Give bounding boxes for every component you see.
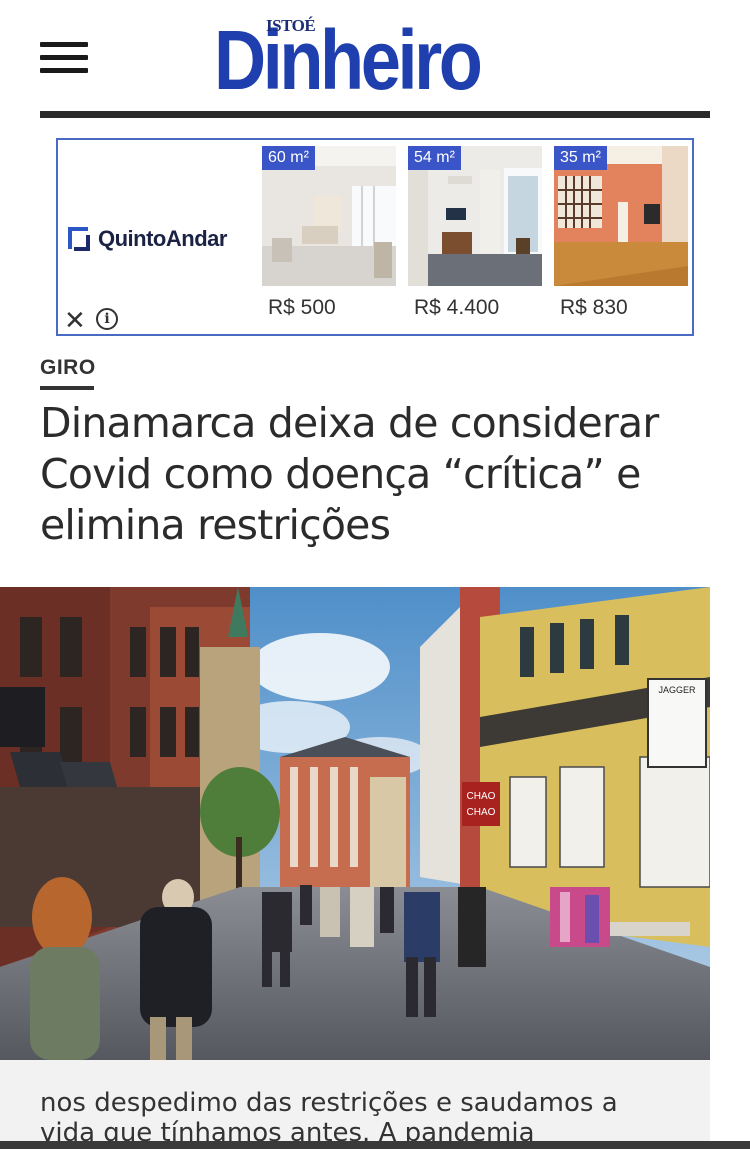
- logo-small-text: ISTOÉ: [266, 16, 316, 35]
- quintoandar-logo-icon: [68, 227, 92, 251]
- article-headline: Dinamarca deixa de considerar Covid como…: [40, 399, 659, 549]
- site-header: Dinheiro ISTOÉ: [0, 0, 750, 120]
- logo-main-text: Dinheiro: [214, 13, 483, 107]
- ad-brand[interactable]: QuintoAndar: [68, 226, 227, 252]
- listing-area: 54 m²: [408, 146, 461, 170]
- listing-area: 60 m²: [262, 146, 315, 170]
- listing-price: R$ 4.400: [414, 296, 500, 319]
- menu-icon-line: [40, 42, 88, 47]
- ad-listing[interactable]: 60 m² R$ 500: [262, 146, 396, 322]
- cafe-sign-text-top: CHAO: [467, 791, 496, 802]
- ad-info-icon[interactable]: i: [96, 308, 118, 330]
- ad-brand-name: QuintoAndar: [98, 226, 227, 251]
- ad-banner[interactable]: QuintoAndar ✕ i 60 m² R$ 500 54 m² R$ 4.…: [56, 138, 694, 336]
- ad-listing[interactable]: 54 m² R$ 4.400: [408, 146, 542, 322]
- listing-price: R$ 830: [560, 296, 628, 319]
- kicker-underline: [40, 386, 94, 390]
- article-hero-image: JAGGER CHAO CHAO: [0, 587, 710, 1060]
- menu-icon-line: [40, 55, 88, 60]
- shop-sign-text: JAGGER: [658, 685, 696, 695]
- ad-close-icon[interactable]: ✕: [64, 308, 86, 334]
- ad-listing[interactable]: 35 m² R$ 830: [554, 146, 688, 322]
- bottom-bar: [0, 1141, 750, 1149]
- menu-icon-line: [40, 68, 88, 73]
- menu-icon[interactable]: [40, 42, 90, 74]
- listing-area: 35 m²: [554, 146, 607, 170]
- listing-price: R$ 500: [268, 296, 336, 319]
- article-body-text: nos despedimo das restrições e saudamos …: [40, 1088, 618, 1148]
- header-divider: [40, 111, 710, 118]
- site-logo[interactable]: Dinheiro ISTOÉ: [214, 10, 514, 107]
- section-kicker[interactable]: GIRO: [40, 356, 96, 380]
- cafe-sign-text-bottom: CHAO: [467, 807, 496, 818]
